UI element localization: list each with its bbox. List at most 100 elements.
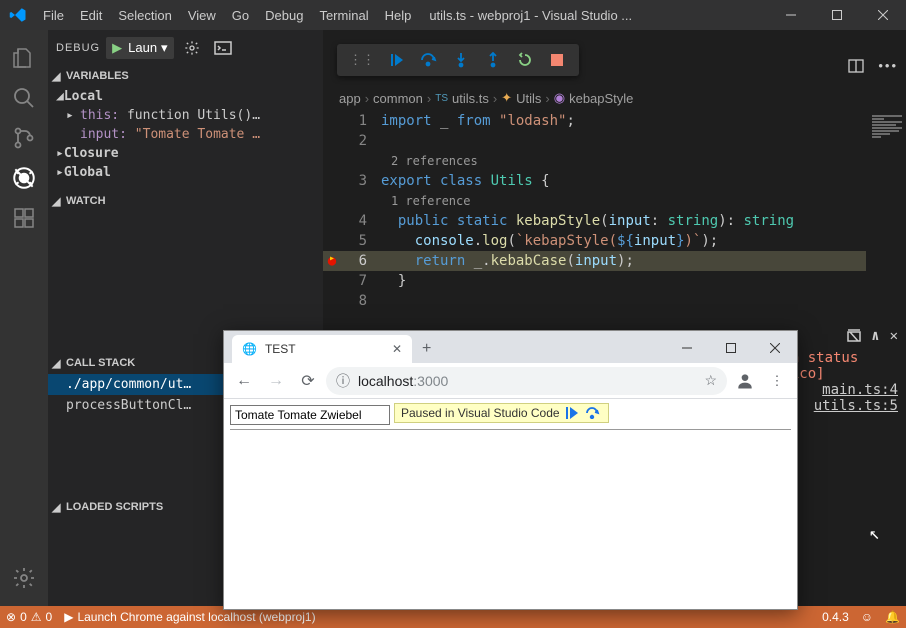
code-editor[interactable]: 1import _ from "lodash"; 2 2 references … (323, 111, 866, 311)
debug-config-name: Laun (128, 40, 157, 55)
line-number: 2 (341, 133, 381, 149)
window-minimize-button[interactable] (768, 0, 814, 30)
chevron-down-icon: ▾ (161, 40, 168, 56)
page-text-input[interactable] (230, 405, 390, 425)
line-number: 3 (341, 173, 381, 189)
variables-section-header[interactable]: ◢VARIABLES (48, 65, 323, 87)
warning-icon: ⚠ (31, 610, 42, 624)
callstack-label: CALL STACK (66, 357, 135, 369)
status-errors[interactable]: ⊗0⚠0 (0, 610, 58, 624)
url-host: localhost (358, 373, 413, 389)
site-info-icon[interactable]: ⓘ (336, 371, 350, 391)
globe-icon: 🌐 (242, 342, 257, 356)
var-this-value: function Utils()… (127, 108, 260, 123)
source-control-icon[interactable] (0, 118, 48, 158)
line-number: 8 (341, 293, 381, 309)
codelens-references[interactable]: 1 reference (323, 191, 866, 211)
typescript-file-icon: TS (435, 93, 448, 104)
debug-label: DEBUG (56, 42, 100, 54)
debug-icon[interactable] (0, 158, 48, 198)
debug-settings-icon[interactable] (180, 40, 204, 56)
breadcrumb-app[interactable]: app (339, 91, 361, 106)
activity-bar (0, 30, 48, 606)
breadcrumb-common[interactable]: common (373, 91, 423, 106)
minimap[interactable] (868, 111, 906, 211)
scope-global[interactable]: ▸Global (48, 163, 323, 182)
line-number: 1 (341, 113, 381, 129)
debug-toolbar[interactable]: ⋮⋮ (337, 44, 579, 76)
console-close-icon[interactable]: ✕ (890, 328, 898, 344)
codelens-references[interactable]: 2 references (323, 151, 866, 171)
scope-closure[interactable]: ▸Closure (48, 144, 323, 163)
menu-debug[interactable]: Debug (257, 8, 311, 23)
overlay-step-icon[interactable] (586, 407, 602, 419)
status-debug-target[interactable]: ▶Launch Chrome against localhost (webpro… (58, 610, 321, 624)
settings-gear-icon[interactable] (0, 558, 48, 598)
step-over-button[interactable] (413, 46, 445, 74)
watch-section-header[interactable]: ◢WATCH (48, 190, 323, 212)
browser-tab[interactable]: 🌐 TEST ✕ (232, 335, 412, 363)
menu-file[interactable]: File (35, 8, 72, 23)
breadcrumb-method[interactable]: kebapStyle (569, 91, 633, 106)
vscode-logo (0, 6, 35, 24)
breakpoint-icon[interactable]: ●▸ (323, 253, 341, 269)
breadcrumb[interactable]: app› common› TS utils.ts› ✦ Utils› ◉ keb… (323, 85, 906, 111)
breadcrumb-file[interactable]: utils.ts (452, 91, 489, 106)
step-out-button[interactable] (477, 46, 509, 74)
scope-local-label: Local (64, 89, 103, 104)
status-feedback-icon[interactable]: ☺ (855, 610, 879, 624)
debugger-paused-overlay: Paused in Visual Studio Code (394, 403, 609, 423)
menu-help[interactable]: Help (377, 8, 420, 23)
extensions-icon[interactable] (0, 198, 48, 238)
console-up-icon[interactable]: ∧ (871, 328, 879, 344)
split-editor-icon[interactable] (848, 59, 864, 73)
breadcrumb-class[interactable]: Utils (516, 91, 541, 106)
debug-config-dropdown[interactable]: ▶ Laun ▾ (106, 37, 173, 59)
browser-menu-icon[interactable]: ⋮ (763, 367, 791, 395)
window-close-button[interactable] (860, 0, 906, 30)
window-maximize-button[interactable] (814, 0, 860, 30)
continue-button[interactable] (381, 46, 413, 74)
menu-selection[interactable]: Selection (110, 8, 179, 23)
warning-count: 0 (46, 610, 53, 624)
address-bar[interactable]: ⓘ localhost:3000 ☆ (326, 367, 727, 395)
menu-edit[interactable]: Edit (72, 8, 110, 23)
status-version[interactable]: 0.4.3 (816, 610, 855, 624)
restart-button[interactable] (509, 46, 541, 74)
drag-handle-icon[interactable]: ⋮⋮ (343, 52, 381, 68)
bookmark-star-icon[interactable]: ☆ (704, 372, 717, 389)
launch-label: Launch Chrome against localhost (webproj… (77, 610, 315, 624)
browser-minimize-button[interactable] (665, 333, 709, 363)
overlay-resume-icon[interactable] (566, 407, 580, 419)
browser-tab-title: TEST (265, 342, 384, 356)
new-tab-button[interactable]: + (412, 335, 441, 363)
var-input-name: input: (80, 127, 127, 142)
explorer-icon[interactable] (0, 38, 48, 78)
editor-more-icon[interactable]: ••• (878, 58, 898, 73)
menu-go[interactable]: Go (224, 8, 257, 23)
step-into-button[interactable] (445, 46, 477, 74)
variable-this[interactable]: ▸this: function Utils()… (48, 106, 323, 125)
menu-terminal[interactable]: Terminal (311, 8, 376, 23)
line-number: 5 (341, 233, 381, 249)
browser-close-button[interactable] (753, 333, 797, 363)
var-input-value: "Tomate Tomate … (135, 127, 260, 142)
debug-console-toggle-icon[interactable] (210, 41, 236, 55)
start-debug-icon[interactable]: ▶ (106, 40, 126, 56)
clear-console-icon[interactable] (847, 329, 861, 343)
scope-local[interactable]: ◢Local (48, 87, 323, 106)
variable-input[interactable]: input: "Tomate Tomate … (48, 125, 323, 144)
stop-button[interactable] (541, 46, 573, 74)
status-bell-icon[interactable]: 🔔 (879, 610, 906, 624)
back-button[interactable]: ← (230, 367, 258, 395)
method-icon: ◉ (554, 90, 565, 106)
reload-button[interactable]: ⟳ (294, 367, 322, 395)
tab-close-icon[interactable]: ✕ (392, 342, 402, 356)
browser-titlebar: 🌐 TEST ✕ + (224, 331, 797, 363)
chrome-browser-window: 🌐 TEST ✕ + ← → ⟳ ⓘ localhost:3000 ☆ ⋮ Pa… (223, 330, 798, 610)
search-icon[interactable] (0, 78, 48, 118)
browser-maximize-button[interactable] (709, 333, 753, 363)
variables-label: VARIABLES (66, 70, 129, 82)
profile-icon[interactable] (731, 367, 759, 395)
menu-view[interactable]: View (180, 8, 224, 23)
